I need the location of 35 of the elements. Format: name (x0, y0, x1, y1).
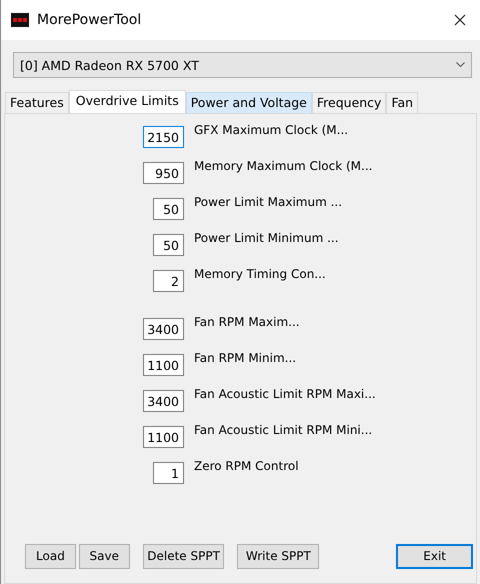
number-field[interactable]: 3400 (143, 390, 184, 412)
action-button[interactable]: Write SPPT (237, 544, 320, 568)
field-label: Fan Acoustic Limit RPM Mini... (194, 423, 372, 437)
field-label: Fan Acoustic Limit RPM Maxi... (194, 387, 376, 401)
field-label: Memory Maximum Clock (M... (194, 159, 372, 173)
action-button[interactable]: Save (78, 544, 130, 568)
number-field[interactable]: 1100 (143, 426, 184, 448)
field-label: Fan RPM Minim... (194, 351, 296, 365)
number-field[interactable]: 1100 (143, 354, 184, 376)
number-field[interactable]: 2 (153, 270, 184, 292)
tab[interactable]: Power and Voltage (186, 92, 312, 113)
field-label: Fan RPM Maxim... (194, 315, 300, 329)
number-field[interactable]: 1 (153, 462, 184, 484)
number-field[interactable]: 950 (143, 162, 184, 184)
window-title: MorePowerTool (37, 12, 142, 28)
app-logo-icon (11, 13, 29, 27)
close-icon[interactable] (454, 14, 466, 26)
field-label: Power Limit Minimum ... (194, 231, 339, 245)
number-field[interactable]: 50 (153, 234, 184, 256)
tab[interactable]: Frequency (312, 92, 386, 113)
number-field[interactable]: 3400 (143, 318, 184, 340)
tab[interactable]: Fan (386, 92, 418, 113)
action-button[interactable]: Exit (396, 544, 474, 568)
field-label: Power Limit Maximum ... (194, 195, 342, 209)
field-label: GFX Maximum Clock (M... (194, 123, 348, 137)
tab[interactable]: Overdrive Limits (68, 90, 186, 113)
chevron-down-icon (456, 62, 465, 68)
number-field[interactable]: 50 (153, 198, 184, 220)
tab[interactable]: Features (5, 92, 69, 113)
field-label: Zero RPM Control (194, 459, 299, 473)
action-button[interactable]: Delete SPPT (142, 544, 224, 568)
field-label: Memory Timing Con... (194, 267, 326, 281)
number-field[interactable]: 2150 (143, 126, 184, 148)
action-button[interactable]: Load (25, 544, 76, 568)
device-dropdown[interactable]: [0] AMD Radeon RX 5700 XT (13, 52, 472, 78)
